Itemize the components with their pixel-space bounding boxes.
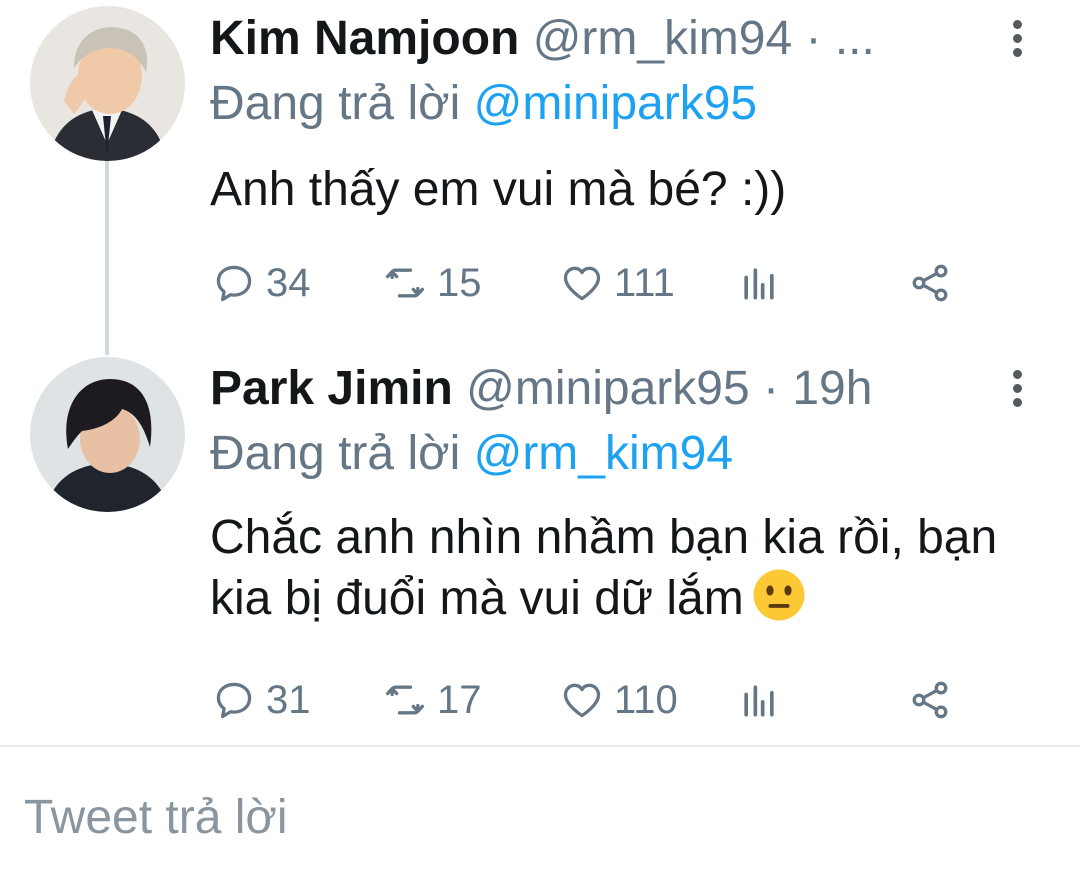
reply-count: 34 <box>266 260 311 305</box>
avatar-image <box>30 6 185 161</box>
reply-icon <box>216 265 252 302</box>
share-button[interactable] <box>908 670 962 730</box>
replying-prefix: Đang trả lời <box>210 427 461 480</box>
analytics-icon <box>744 268 774 300</box>
tweet-text: Chắc anh nhìn nhầm bạn kia rồi, bạn kia … <box>210 511 998 625</box>
tweet-actions: 31 17 110 <box>0 670 1080 730</box>
avatar[interactable] <box>30 6 185 161</box>
retweet-icon <box>385 268 425 298</box>
reply-button[interactable]: 34 <box>212 253 311 313</box>
tweet-park-jimin[interactable]: Park Jimin @minipark95 · 19h Đang trả lờ… <box>0 340 1080 745</box>
reply-composer <box>0 747 1080 892</box>
tweet-header: Kim Namjoon @rm_kim94 · ... <box>210 9 875 69</box>
share-button[interactable] <box>908 253 962 313</box>
reply-icon <box>216 682 252 719</box>
like-count: 111 <box>614 260 675 305</box>
share-icon <box>912 264 948 302</box>
share-icon <box>912 681 948 719</box>
like-button[interactable]: 111 <box>560 253 675 313</box>
replying-to-line: Đang trả lời @minipark95 <box>210 74 757 134</box>
reply-count: 31 <box>266 677 311 722</box>
like-icon <box>563 266 601 301</box>
mention-link[interactable]: @minipark95 <box>474 77 758 130</box>
separator-dot: · <box>805 12 822 65</box>
display-name[interactable]: Kim Namjoon <box>210 12 519 65</box>
user-handle[interactable]: @rm_kim94 <box>533 12 792 65</box>
tweet-header: Park Jimin @minipark95 · 19h <box>210 359 872 419</box>
tweet-body: Chắc anh nhìn nhầm bạn kia rồi, bạn kia … <box>210 508 1030 629</box>
avatar-image <box>30 357 185 512</box>
analytics-icon <box>744 685 774 717</box>
retweet-icon <box>385 685 425 715</box>
more-vertical-icon[interactable] <box>1000 14 1036 64</box>
neutral-face-emoji <box>753 569 805 621</box>
retweet-button[interactable]: 15 <box>383 253 482 313</box>
like-count: 110 <box>614 677 678 722</box>
separator-dot: · <box>762 362 779 415</box>
replying-to-line: Đang trả lời @rm_kim94 <box>210 424 733 484</box>
timestamp: ... <box>834 12 875 65</box>
mention-link[interactable]: @rm_kim94 <box>474 427 733 480</box>
like-button[interactable]: 110 <box>560 670 678 730</box>
analytics-button[interactable] <box>737 253 791 313</box>
analytics-button[interactable] <box>737 670 791 730</box>
tweet-kim-namjoon[interactable]: Kim Namjoon @rm_kim94 · ... Đang trả lời… <box>0 0 1080 340</box>
retweet-count: 17 <box>437 677 482 722</box>
retweet-button[interactable]: 17 <box>383 670 482 730</box>
replying-prefix: Đang trả lời <box>210 77 461 130</box>
display-name[interactable]: Park Jimin <box>210 362 453 415</box>
reply-input[interactable] <box>24 777 1024 857</box>
reply-button[interactable]: 31 <box>212 670 311 730</box>
more-vertical-icon[interactable] <box>1000 364 1036 414</box>
like-icon <box>563 683 601 718</box>
timestamp: 19h <box>792 362 873 415</box>
tweet-actions: 34 15 111 <box>0 253 1080 313</box>
user-handle[interactable]: @minipark95 <box>466 362 750 415</box>
avatar[interactable] <box>30 357 185 512</box>
tweet-text: Anh thấy em vui mà bé? :)) <box>210 163 787 216</box>
retweet-count: 15 <box>437 260 482 305</box>
